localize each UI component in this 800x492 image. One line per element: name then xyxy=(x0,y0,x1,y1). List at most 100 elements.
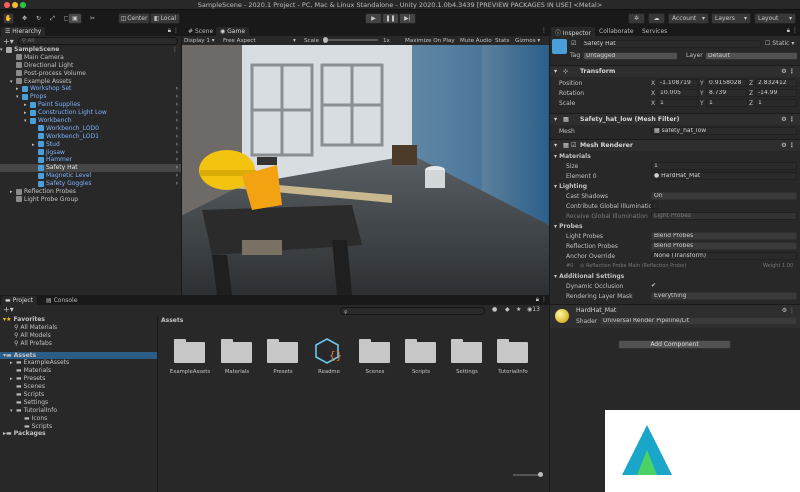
hierarchy-item[interactable]: ▾ SampleScene ⋮ xyxy=(0,46,181,54)
hierarchy-item[interactable]: Main Camera xyxy=(0,54,181,62)
hierarchy-item[interactable]: Workbench_LOD0 › xyxy=(0,125,181,133)
element-object-field[interactable]: ● HardHat_Mat xyxy=(651,172,797,180)
tab-inspector[interactable]: ⓘ Inspector xyxy=(551,27,595,37)
hierarchy-item[interactable]: ▸ Stud › xyxy=(0,141,181,149)
rotation-y-field[interactable]: 8.739 xyxy=(706,89,748,97)
favorite-star-icon[interactable]: ★ xyxy=(516,306,521,313)
chevron-right-icon[interactable]: › xyxy=(176,156,178,164)
packages-foldout[interactable]: ▸▬ Packages xyxy=(0,430,157,438)
tab-console[interactable]: ▤ Console xyxy=(42,296,81,305)
object-name-field[interactable]: Safety Hat xyxy=(581,40,761,48)
reflection-probes-dropdown[interactable]: Blend Probes xyxy=(651,242,797,250)
hierarchy-item[interactable]: Magnetic Level › xyxy=(0,172,181,180)
component-menu-icon[interactable]: ⚙ ⋮ xyxy=(781,68,795,75)
tab-collaborate[interactable]: Collaborate xyxy=(595,27,638,36)
hierarchy-item[interactable]: Safety Hat › xyxy=(0,164,181,173)
mesh-renderer-header[interactable]: ▾ ▦ ☑ Mesh Renderer ⚙ ⋮ xyxy=(550,139,800,151)
axis-z-label[interactable]: Z xyxy=(749,80,753,87)
asset-grid-item[interactable]: Scripts xyxy=(401,339,441,379)
mesh-filter-header[interactable]: ▾ ▦ Safety_hat_low (Mesh Filter) ⚙ ⋮ xyxy=(550,113,800,125)
play-button[interactable]: ▶ xyxy=(365,13,382,24)
hierarchy-item[interactable]: Directional Light xyxy=(0,62,181,70)
asset-folder-item[interactable]: ▬ Materials xyxy=(0,367,157,375)
rendering-layer-dropdown[interactable]: Everything xyxy=(651,292,797,300)
hierarchy-item[interactable]: ▾ Workbench › xyxy=(0,117,181,125)
axis-z-label[interactable]: Z xyxy=(749,90,753,97)
position-x-field[interactable]: -1.108719 xyxy=(657,79,699,87)
tab-services[interactable]: Services xyxy=(638,27,671,36)
step-button[interactable]: ▶| xyxy=(399,13,416,24)
lock-icon[interactable]: 🔒︎ xyxy=(787,27,790,35)
asset-grid-item[interactable]: {} Readme xyxy=(309,338,349,379)
size-field[interactable]: 1 xyxy=(651,162,797,170)
favorites-foldout[interactable]: ▾★ Favorites xyxy=(0,316,157,324)
icon-size-slider[interactable] xyxy=(513,472,543,477)
kebab-menu-icon[interactable]: ⋮ xyxy=(792,27,798,34)
chevron-right-icon[interactable]: › xyxy=(176,133,178,141)
mesh-object-field[interactable]: ▦ safety_hat_low xyxy=(651,127,797,135)
axis-y-label[interactable]: Y xyxy=(700,100,704,107)
chevron-right-icon[interactable]: › xyxy=(176,93,178,101)
contribute-gi-checkbox[interactable] xyxy=(651,202,658,209)
chevron-right-icon[interactable]: › xyxy=(176,149,178,157)
hierarchy-item[interactable]: ▸ Workshop Set › xyxy=(0,85,181,93)
add-component-button[interactable]: Add Component xyxy=(618,340,731,349)
display-dropdown[interactable]: Display 1 ▾ xyxy=(184,38,215,44)
chevron-right-icon[interactable]: › xyxy=(176,117,178,125)
tab-hierarchy[interactable]: ☰ Hierarchy xyxy=(1,27,46,36)
pause-button[interactable]: ❚❚ xyxy=(382,13,399,24)
asset-grid-item[interactable]: Materials xyxy=(217,339,257,379)
hierarchy-item[interactable]: Light Probe Group xyxy=(0,196,181,204)
asset-grid-item[interactable]: Scenes xyxy=(355,339,395,379)
hierarchy-item[interactable]: Safety Goggles › xyxy=(0,180,181,188)
position-z-field[interactable]: 2.832412 xyxy=(755,79,797,87)
asset-grid-item[interactable]: ExampleAssets xyxy=(170,339,210,379)
tab-game[interactable]: ◉ Game xyxy=(216,27,250,36)
stats-toggle[interactable]: Stats xyxy=(495,38,509,44)
axis-z-label[interactable]: Z xyxy=(749,100,753,107)
receive-gi-dropdown[interactable]: Light Probes xyxy=(651,212,797,220)
kebab-menu-icon[interactable]: ⋮ xyxy=(172,46,178,54)
asset-folder-item[interactable]: ▬ Scripts xyxy=(0,423,157,431)
create-plus-icon[interactable]: +▾ xyxy=(3,305,14,314)
hierarchy-item[interactable]: Post-process Volume xyxy=(0,70,181,78)
chevron-right-icon[interactable]: › xyxy=(176,172,178,180)
scale-slider[interactable] xyxy=(323,37,378,43)
transform-tool-button[interactable]: ▣ xyxy=(68,13,82,24)
hidden-packages-icon[interactable]: ◉13 xyxy=(527,306,540,313)
game-render-image[interactable] xyxy=(182,45,549,295)
hierarchy-item[interactable]: ▾ Example Assets xyxy=(0,78,181,86)
hierarchy-item[interactable]: ▸ Paint Supplies › xyxy=(0,101,181,109)
light-probes-dropdown[interactable]: Blend Probes xyxy=(651,232,797,240)
tab-project[interactable]: ▬ Project xyxy=(1,296,38,305)
axis-y-label[interactable]: Y xyxy=(700,90,704,97)
aspect-dropdown[interactable]: Free Aspect xyxy=(223,38,256,44)
favorite-item[interactable]: ⚲ All Prefabs xyxy=(0,340,157,348)
asset-grid-item[interactable]: Presets xyxy=(263,339,303,379)
gizmos-dropdown[interactable]: Gizmos ▾ xyxy=(515,38,540,44)
asset-grid-item[interactable]: TutorialInfo xyxy=(493,339,533,379)
filter-label-icon[interactable]: ◆ xyxy=(505,306,510,313)
anchor-override-field[interactable]: None (Transform) xyxy=(651,252,797,260)
rotation-x-field[interactable]: 10.005 xyxy=(657,89,699,97)
asset-folder-item[interactable]: ▬ Scripts xyxy=(0,391,157,399)
hierarchy-item[interactable]: ▸ Construction Light Low › xyxy=(0,109,181,117)
hierarchy-item[interactable]: ▾ Props › xyxy=(0,93,181,101)
custom-tool-button[interactable]: ✂ xyxy=(87,13,98,24)
hierarchy-item[interactable]: ▸ Reflection Probes xyxy=(0,188,181,196)
rotate-tool-button[interactable]: ↻ xyxy=(33,13,44,24)
maximize-on-play-toggle[interactable]: Maximize On Play xyxy=(405,38,455,44)
scale-z-field[interactable]: 1 xyxy=(755,99,797,107)
component-menu-icon[interactable]: ⚙ ⋮ xyxy=(781,116,795,123)
component-menu-icon[interactable]: ⚙ ⋮ xyxy=(782,307,795,314)
asset-folder-item[interactable]: ▸ ▬ Presets xyxy=(0,375,157,383)
chevron-right-icon[interactable]: › xyxy=(176,164,178,172)
assets-folder-selected[interactable]: ▾▬ Assets xyxy=(0,351,157,360)
chevron-right-icon[interactable]: › xyxy=(176,85,178,93)
axis-y-label[interactable]: Y xyxy=(700,80,704,87)
icon-size-slider-handle[interactable] xyxy=(538,472,543,477)
hierarchy-item[interactable]: Workbench_LOD1 › xyxy=(0,133,181,141)
project-search-input[interactable]: ⚲ xyxy=(340,307,485,316)
position-y-field[interactable]: 0.9158028 xyxy=(706,79,748,87)
materials-foldout[interactable]: ▾ Materials xyxy=(554,153,591,160)
